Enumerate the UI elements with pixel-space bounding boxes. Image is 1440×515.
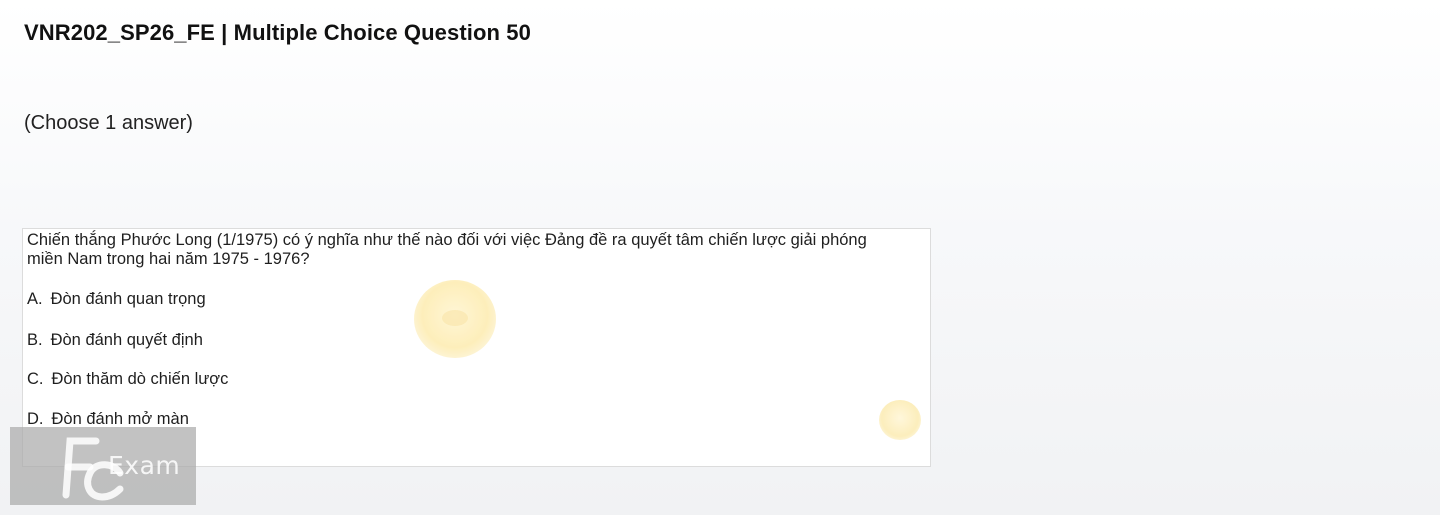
- option-text: Đòn đánh mở màn: [51, 410, 189, 428]
- option-text: Đòn thăm dò chiến lược: [51, 370, 229, 388]
- page-title: VNR202_SP26_FE | Multiple Choice Questio…: [24, 20, 531, 45]
- faded-stamp-image-small: [879, 400, 921, 440]
- answer-instruction: (Choose 1 answer): [24, 112, 193, 134]
- watermark: Exam: [10, 427, 196, 505]
- question-text: Chiến thắng Phước Long (1/1975) có ý ngh…: [27, 231, 867, 268]
- faded-stamp-image: [414, 280, 496, 358]
- option-text: Đòn đánh quyết định: [50, 331, 203, 349]
- option-c: C. Đòn thăm dò chiến lược: [27, 370, 228, 389]
- option-b: B. Đòn đánh quyết định: [27, 331, 203, 350]
- option-letter: C.: [27, 370, 44, 388]
- option-a: A. Đòn đánh quan trọng: [27, 290, 206, 309]
- watermark-word: Exam: [108, 451, 181, 480]
- option-text: Đòn đánh quan trọng: [50, 290, 206, 308]
- option-letter: A.: [27, 290, 43, 308]
- option-letter: B.: [27, 331, 43, 349]
- option-letter: D.: [27, 410, 44, 428]
